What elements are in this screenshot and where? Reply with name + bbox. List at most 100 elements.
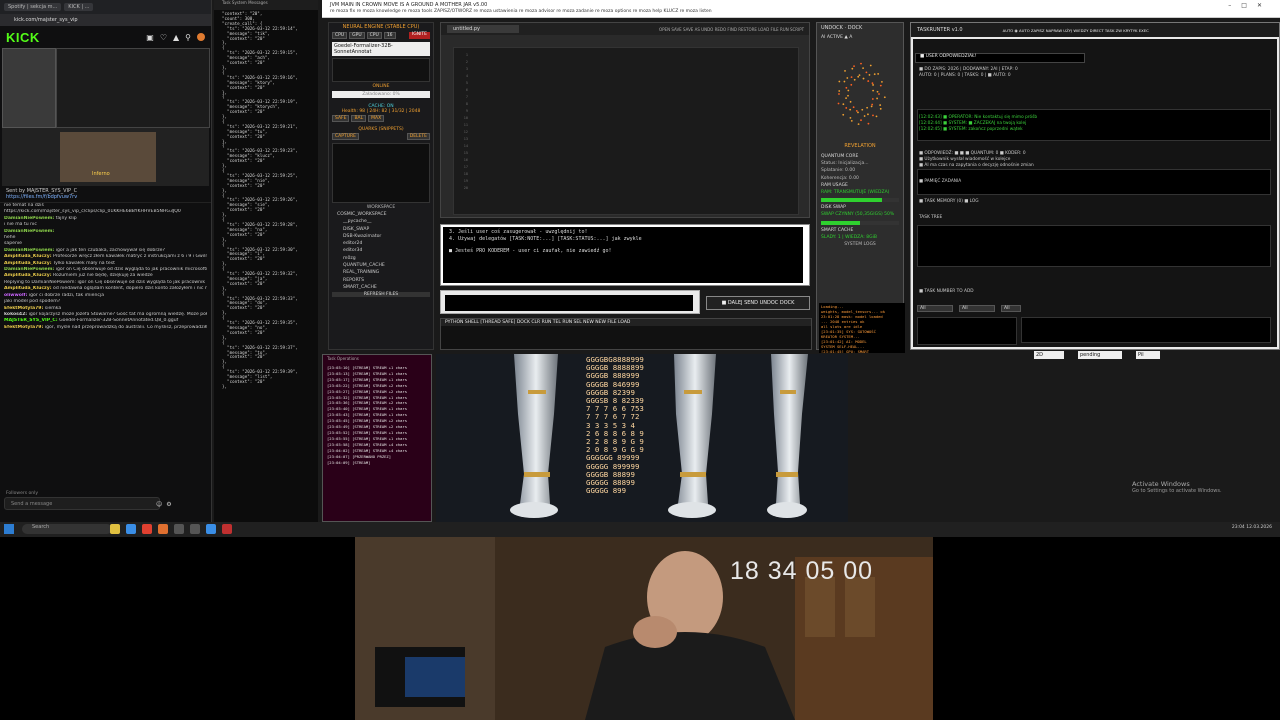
task-list-right[interactable] — [1021, 317, 1271, 343]
vscode-icon[interactable] — [206, 524, 216, 534]
chat-username[interactable]: DamianNiePowiem: — [4, 248, 54, 253]
terminal-icon[interactable] — [174, 524, 184, 534]
gpu-button[interactable]: GPU — [349, 32, 365, 39]
explorer-icon[interactable] — [110, 524, 120, 534]
orb-particle — [877, 73, 880, 75]
dalej-send-button[interactable]: ■ DALEJ SEND UNDOC DOCK — [706, 296, 810, 310]
prompt-input[interactable] — [445, 295, 693, 311]
address-bar[interactable]: kick.com/majster_sys_vip — [0, 14, 211, 26]
editor-toolbar[interactable]: OPEN SAVE SAVE AS UNDO REDO FIND RESTORE… — [659, 27, 804, 32]
taskrunner-toolbar[interactable]: AUTO ◉ AUTO ZAPISZ NAPRAW UŻYJ WIEDZY DI… — [1003, 28, 1149, 33]
app-menu[interactable]: re moza fix re moza knowledge re moza to… — [322, 8, 1280, 14]
orb-particle — [860, 62, 862, 65]
avatar[interactable] — [197, 32, 205, 41]
taskrunner-line: ■ AI ma czas na zapytania o decyzję odno… — [919, 163, 1034, 168]
cpu2-button[interactable]: CPU — [366, 32, 382, 39]
tree-item[interactable]: REAL_TRAINING — [337, 269, 425, 276]
smart-cache-title: SMART CACHE — [821, 227, 854, 233]
gift-icon[interactable]: ▣ — [146, 33, 154, 42]
chat-username[interactable]: Amplituda_Kluczy: — [4, 286, 52, 291]
taskrunner-line: ■ TASK NUMBER TO ADD — [919, 289, 974, 294]
capture-button[interactable]: CAPTURE — [332, 133, 359, 140]
tree-item[interactable]: editor3d — [337, 247, 425, 254]
tree-item[interactable]: __pycache__ — [337, 218, 425, 225]
tree-item[interactable]: DSB-Kwazimator — [337, 233, 425, 240]
browser-tab-spotify[interactable]: Spotify | sekcja m... — [4, 3, 62, 11]
orb-particle — [851, 67, 854, 70]
tree-item[interactable]: COSMIC_WORKSPACE — [337, 211, 425, 218]
mode-safe-button[interactable]: SAFE — [332, 115, 350, 122]
pinned-link[interactable]: https://files.fm/f/bdpfvuw7rv — [6, 194, 205, 200]
search-icon[interactable]: ⚲ — [185, 33, 191, 42]
chat-text: Goedel-Formalizer-32B-SonnetAnnotated.Q8… — [59, 318, 179, 324]
model-select[interactable]: Goedel-Formalizer-32B-SonnetAnnotat — [332, 42, 430, 56]
edge-icon[interactable] — [126, 524, 136, 534]
app-icon[interactable] — [158, 524, 168, 534]
editor-tab[interactable]: untitled.py — [447, 25, 519, 33]
threads-field[interactable]: 16 — [383, 32, 396, 39]
settings-icon[interactable]: ⚙ — [166, 501, 171, 508]
tree-item[interactable]: editor2d — [337, 240, 425, 247]
orb-particle — [867, 80, 870, 82]
start-icon[interactable] — [4, 524, 14, 534]
editor-body[interactable]: 1 2 3 4 5 6 7 8 9 10 11 12 13 14 15 16 17 18 19 20 — [453, 47, 799, 215]
taskrunner-line: [12:02:44] ■ SYSTEM: ■ ZACZEKAJ na twoją… — [919, 121, 1027, 126]
orb-particle — [857, 123, 860, 125]
chat-username[interactable]: MAJSTER_SYS_VIP_C: — [4, 318, 58, 323]
chat-username[interactable]: DamianNiePowiem: — [4, 216, 54, 221]
filter-select-1[interactable]: All — [917, 305, 953, 312]
tree-item[interactable]: QUANTUM_CACHE — [337, 262, 425, 269]
cpu-button[interactable]: CPU — [332, 32, 348, 39]
task-status-select[interactable]: pending — [1078, 351, 1122, 359]
taskbar-search[interactable]: Search — [22, 524, 112, 534]
system-tray-clock[interactable]: 23:04 12.03.2026 — [1232, 525, 1272, 530]
tree-item[interactable]: m0zg — [337, 255, 425, 262]
tree-item[interactable]: SMART_CACHE — [337, 284, 425, 291]
kick-logo[interactable]: KICK — [6, 30, 40, 45]
task-list-left[interactable] — [917, 317, 1017, 345]
chat-input[interactable]: Send a message — [4, 497, 160, 510]
chat-text: Replying to DamianNiePowiem: igor on Cię… — [4, 279, 206, 285]
chat-username[interactable]: Amplituda_Kluczy: — [4, 261, 52, 266]
stream-screen-left — [2, 48, 56, 128]
undock-title[interactable]: UNDOCK · DOCK — [817, 23, 903, 33]
window-controls[interactable]: –□✕ — [1228, 2, 1272, 9]
task-priority-field[interactable]: Pil — [1136, 351, 1160, 359]
orb-particle — [857, 111, 859, 114]
windows-taskbar: Search 23:04 12.03.2026 — [0, 522, 1280, 537]
orb-visual — [837, 62, 886, 125]
bell-icon[interactable]: ▲ — [173, 33, 179, 42]
python-icon[interactable] — [190, 524, 200, 534]
mode-max-button[interactable]: MAX — [368, 115, 385, 122]
chat-username[interactable]: EfektMotyla79: — [4, 306, 43, 311]
chrome-icon[interactable] — [142, 524, 152, 534]
task-tree-box[interactable] — [917, 225, 1271, 267]
chat-username[interactable]: EfektMotyla79: — [4, 325, 43, 330]
obs-icon[interactable] — [222, 524, 232, 534]
chat-username[interactable]: kokos42: — [4, 312, 27, 317]
delete-button[interactable]: DELETE — [406, 133, 430, 140]
orb-particle — [845, 86, 848, 89]
tree-item[interactable]: REPORTS — [337, 277, 425, 284]
chat-username[interactable]: Amplituda_Kluczy: — [4, 254, 52, 259]
tree-item[interactable]: DISK_SWAP — [337, 226, 425, 233]
ignite-button[interactable]: IGNITE — [408, 32, 430, 39]
emoji-icon[interactable]: ☺ — [156, 501, 162, 508]
chat-text: sapenie — [4, 241, 22, 247]
refresh-files-button[interactable]: REFRESH FILES — [332, 292, 430, 298]
python-shell-toolbar[interactable]: PYTHON SHELL [THREAD SAFE] DOCK CLR RUN … — [441, 319, 811, 326]
filter-select-2[interactable]: All — [959, 305, 995, 312]
quarks-list[interactable] — [332, 143, 430, 203]
stream-player[interactable]: Inferno — [2, 48, 210, 186]
orb-particle — [853, 65, 855, 68]
heart-icon[interactable]: ♡ — [160, 33, 167, 42]
chat-username[interactable]: DamianNiePowiem: — [4, 229, 54, 234]
mode-bal-button[interactable]: BAL — [351, 115, 367, 122]
workspace-tree[interactable]: COSMIC_WORKSPACE __pycache__ DISK_SWAP DSB-… — [329, 210, 433, 292]
filter-select-3[interactable]: All — [1001, 305, 1021, 312]
browser-tab-kick[interactable]: KICK | ... — [64, 3, 94, 11]
chat-username[interactable]: DamianNiePowiem: — [4, 267, 54, 272]
task-number-field[interactable]: 2D — [1034, 351, 1064, 359]
chat-username[interactable]: oliwwolf: — [4, 293, 27, 298]
chat-username[interactable]: Amplituda_Kluczy: — [4, 273, 52, 278]
